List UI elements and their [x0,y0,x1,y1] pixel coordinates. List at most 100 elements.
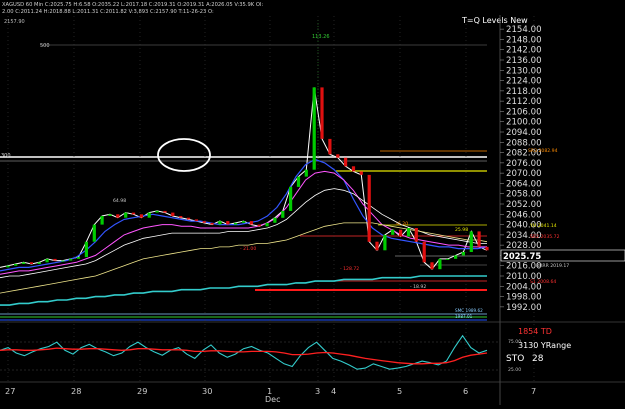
candle [218,221,222,225]
price-tick-label: 1992.00 [506,303,542,313]
candle [477,231,481,247]
range-label: 3130 YRange [518,341,571,350]
candle [344,157,348,167]
candle [69,258,73,261]
header-line-2: 2.00 C:2011.24 H:2018.88 L:2011.31 C:201… [2,9,214,15]
candle [422,241,426,263]
label-r2: SR2 2035.72 [530,234,560,240]
candle [249,221,253,225]
candle [485,246,489,251]
candle [171,212,175,216]
candle [147,212,151,218]
candle [383,234,387,251]
time-label: 7 [531,386,536,396]
time-label: 30 [202,386,212,396]
price-tick-label: 1998.00 [506,293,542,303]
candle [367,174,371,242]
td-label: 1854 TD [518,327,552,336]
sto-75-label: 75.00 [508,339,521,345]
candle [37,262,41,264]
candle [461,252,465,256]
time-label: 4 [331,386,336,396]
candle [194,219,198,222]
candle [179,216,183,218]
month-label: Dec [265,395,280,404]
candle [265,222,269,227]
label-bottom: SMC 1989.62 [455,308,483,313]
candle [139,214,143,218]
price-tick-label: 2142.00 [506,46,542,56]
time-label: 6 [463,386,468,396]
candle [6,265,10,268]
candle [202,221,206,223]
price-tick-label: 2088.00 [506,138,542,148]
label-300: 300 [1,153,11,159]
candle [399,229,403,237]
candle [281,210,285,218]
candle [14,264,18,266]
time-label: 29 [137,386,147,396]
candle [438,258,442,270]
candle [328,138,332,155]
candle [53,258,57,261]
chart-svg[interactable]: XAGUSD 60 Min C:2025.75 H:6.58 O:2035.22… [0,0,625,405]
label-500: 500 [40,43,50,49]
price-tick-label: 2124.00 [506,77,542,87]
candle [186,217,191,220]
corner-price: 2157.90 [4,19,25,25]
candle [29,262,33,264]
candle [131,212,136,215]
sto-label: STO [506,354,524,364]
candle [454,255,458,259]
candle [469,231,473,252]
price-tick-label: 2136.00 [506,56,542,66]
time-label: 5 [397,386,402,396]
candle [210,222,214,225]
candle [61,260,65,262]
time-label: 3 [315,386,320,396]
candle [22,262,26,264]
price-tick-label: 2112.00 [506,97,542,107]
label-bottom-2: 1987.01 [455,314,473,319]
price-chart[interactable]: XAGUSD 60 Min C:2025.75 H:6.58 O:2035.22… [0,0,625,405]
label-low-price: - 128.72 [340,266,359,272]
candle [273,217,277,223]
candle [226,221,230,225]
label-peak: 113.26 [312,34,330,40]
price-tick-label: 2058.00 [506,190,542,200]
price-tick-label: 2154.00 [506,25,542,35]
candle [336,154,340,158]
price-tick-label: 2076.00 [506,159,542,169]
candle [163,210,167,213]
chart-title: T=Q Levels New [461,16,528,25]
candle [155,210,159,213]
candle [414,228,418,242]
candle [296,176,301,187]
time-label: 27 [5,386,15,396]
candle [100,216,104,225]
label-price-4: 64.98 [113,198,126,204]
price-tick-label: 2094.00 [506,128,542,138]
price-tick-label: 2106.00 [506,107,542,117]
label-price-5: - 18.92 [410,284,426,290]
label-mid-price: - 21.00 [240,246,256,252]
label-s1: S1 2008.64 [530,279,556,285]
price-tick-label: 2064.00 [506,179,542,189]
candle [351,166,356,172]
label-r3: SR3 2082.94 [528,148,558,154]
candle [304,169,308,177]
price-tick-label: 2052.00 [506,200,542,210]
candle [124,212,128,218]
time-label: 28 [71,386,81,396]
candle [289,186,293,211]
label-yh: YH 2041.14 [529,223,557,229]
candle [359,171,363,175]
candle [92,224,96,242]
price-tick-label: 2028.00 [506,241,542,251]
candle [116,214,120,218]
price-tick-label: 2100.00 [506,118,542,128]
candle [234,222,238,225]
price-tick-label: 2070.00 [506,169,542,179]
label-price-2: 25.98 [455,227,468,233]
candle [108,214,112,216]
